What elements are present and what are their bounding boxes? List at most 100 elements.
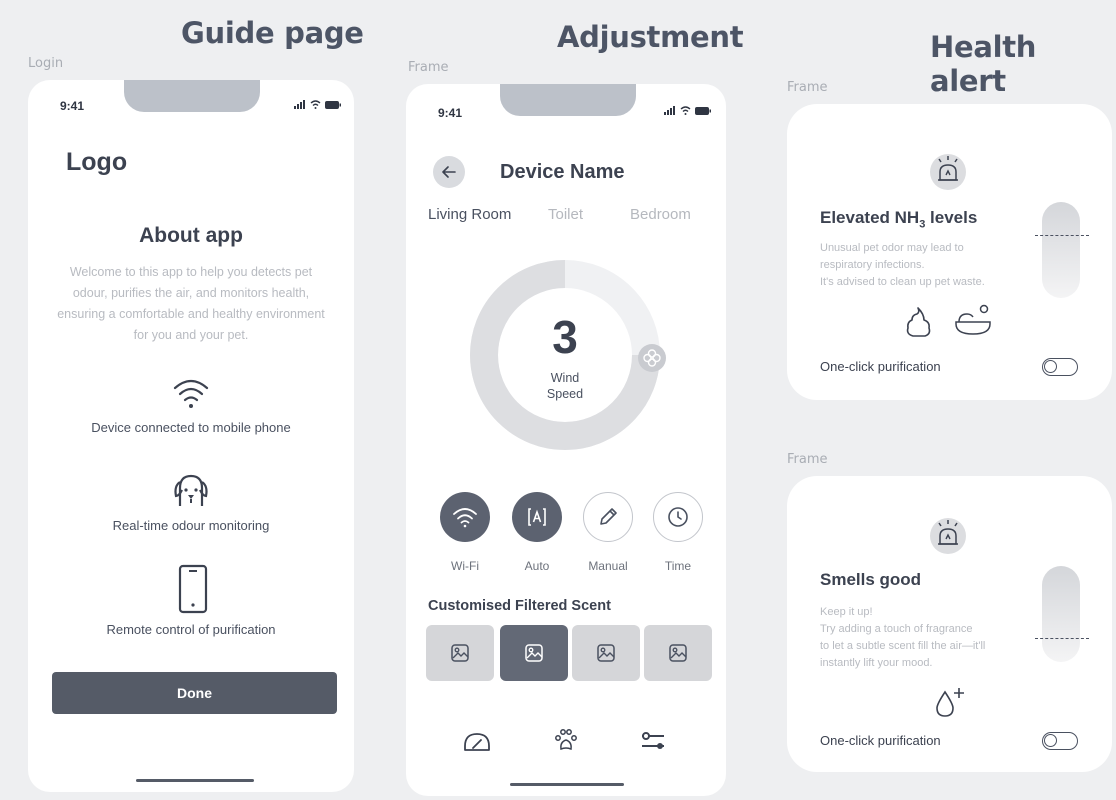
status-icons [294, 100, 341, 109]
feature-label: Remote control of purification [106, 622, 276, 637]
fragrance-drop-icon [933, 686, 967, 725]
toggle-knob [1044, 360, 1057, 373]
wash-basin-icon [953, 304, 993, 343]
alarm-siren-icon [928, 514, 968, 559]
gauge-icon [464, 733, 490, 751]
threshold-line [1035, 235, 1089, 236]
fan-slider-handle[interactable] [638, 344, 666, 372]
wind-speed-value: 3 [552, 311, 578, 363]
phone-icon [178, 564, 208, 619]
mode-label: Time [664, 559, 692, 573]
alert-title: Smells good [820, 570, 922, 589]
dog-face-icon [172, 472, 210, 513]
frame-label: Frame [787, 80, 828, 95]
wind-speed-label: Wind Speed [470, 370, 660, 402]
nav-pets[interactable] [553, 728, 579, 757]
time-mode-button[interactable] [653, 492, 703, 542]
health-alert-title: Health alert [930, 30, 1037, 98]
pencil-icon [600, 508, 617, 525]
home-indicator [510, 783, 624, 786]
home-indicator [136, 779, 254, 782]
alert-title: Elevated NH3 levels [820, 208, 977, 230]
frame-label-login: Login [28, 56, 64, 71]
signal-icon [664, 106, 675, 115]
scent-option-selected[interactable] [500, 625, 568, 681]
alert-line: Try adding a touch of fragrance [820, 623, 973, 635]
auto-mode-button[interactable] [512, 492, 562, 542]
alert-title-suffix: levels [925, 208, 978, 227]
scent-option[interactable] [426, 625, 494, 681]
purification-toggle[interactable] [1042, 732, 1078, 750]
odor-level-indicator [1042, 566, 1080, 662]
image-icon [525, 644, 543, 662]
tab-toilet[interactable]: Toilet [548, 206, 583, 223]
phone-notch [500, 84, 636, 116]
logo: Logo [66, 148, 128, 176]
mode-label: Wi-Fi [451, 559, 479, 573]
adjustment-phone-screen: 9:41 Device Name Living Room Toilet Bedr… [406, 84, 726, 796]
nav-settings[interactable] [640, 730, 666, 757]
wind-label-line: Speed [546, 387, 584, 401]
clock-icon [668, 507, 688, 527]
feature-label: Real-time odour monitoring [112, 518, 270, 533]
wifi-status-icon [680, 106, 691, 115]
health-alert-card-nh3: Elevated NH3 levels Unusual pet odor may… [787, 104, 1112, 400]
scent-option[interactable] [572, 625, 640, 681]
battery-icon [695, 106, 711, 115]
alert-title-text: Elevated NH [820, 208, 920, 227]
tab-bedroom[interactable]: Bedroom [630, 206, 691, 223]
mode-label: Auto [524, 559, 550, 573]
battery-icon [325, 100, 341, 109]
mode-label: Manual [588, 559, 628, 573]
frame-label: Frame [408, 60, 449, 75]
alert-description: Unusual pet odor may lead to respiratory… [820, 240, 985, 291]
back-button[interactable] [433, 156, 465, 188]
done-button[interactable]: Done [52, 672, 337, 714]
wind-speed-dial[interactable]: 3 Wind Speed [470, 260, 666, 450]
manual-mode-button[interactable] [583, 492, 633, 542]
scent-section-title: Customised Filtered Scent [428, 598, 611, 614]
status-icons [664, 106, 711, 115]
adjustment-title: Adjustment [557, 20, 744, 54]
about-text: Welcome to this app to help you detects … [57, 265, 325, 342]
sliders-icon [642, 732, 664, 749]
purification-toggle[interactable] [1042, 358, 1078, 376]
scent-option[interactable] [644, 625, 712, 681]
poop-icon [903, 306, 933, 343]
wifi-mode-button[interactable] [440, 492, 490, 542]
signal-icon [294, 100, 305, 109]
toggle-knob [1044, 734, 1057, 747]
device-name: Device Name [500, 161, 625, 183]
toggle-label: One-click purification [820, 359, 941, 374]
alert-line: instantly lift your mood. [820, 657, 933, 669]
frame-label: Frame [787, 452, 828, 467]
alert-description: Keep it up! Try adding a touch of fragra… [820, 604, 985, 672]
image-icon [669, 644, 687, 662]
alert-line: to let a subtle scent fill the air—it'll [820, 640, 986, 652]
status-time: 9:41 [438, 106, 463, 120]
feature-label: Device connected to mobile phone [91, 420, 291, 435]
image-icon [451, 644, 469, 662]
paw-icon [555, 729, 577, 751]
wind-label-line: Wind [550, 371, 580, 385]
about-title: About app [139, 224, 243, 247]
auto-icon [528, 508, 546, 526]
alert-line: Keep it up! [820, 606, 873, 618]
status-time: 9:41 [60, 99, 85, 113]
health-alert-card-good: Smells good Keep it up! Try adding a tou… [787, 476, 1112, 772]
nav-dashboard[interactable] [462, 730, 492, 757]
odor-level-indicator [1042, 202, 1080, 298]
threshold-line [1035, 638, 1089, 639]
arrow-left-icon [442, 166, 456, 178]
phone-notch [124, 80, 260, 112]
alert-line: It's advised to clean up pet waste. [820, 276, 985, 288]
wifi-status-icon [310, 100, 321, 109]
fan-icon [643, 349, 661, 367]
alert-line: Unusual pet odor may lead to [820, 242, 964, 254]
wifi-icon [172, 376, 210, 415]
toggle-label: One-click purification [820, 733, 941, 748]
tab-living-room[interactable]: Living Room [428, 206, 511, 223]
guide-page-title: Guide page [181, 16, 364, 50]
wifi-icon [453, 508, 477, 528]
image-icon [597, 644, 615, 662]
